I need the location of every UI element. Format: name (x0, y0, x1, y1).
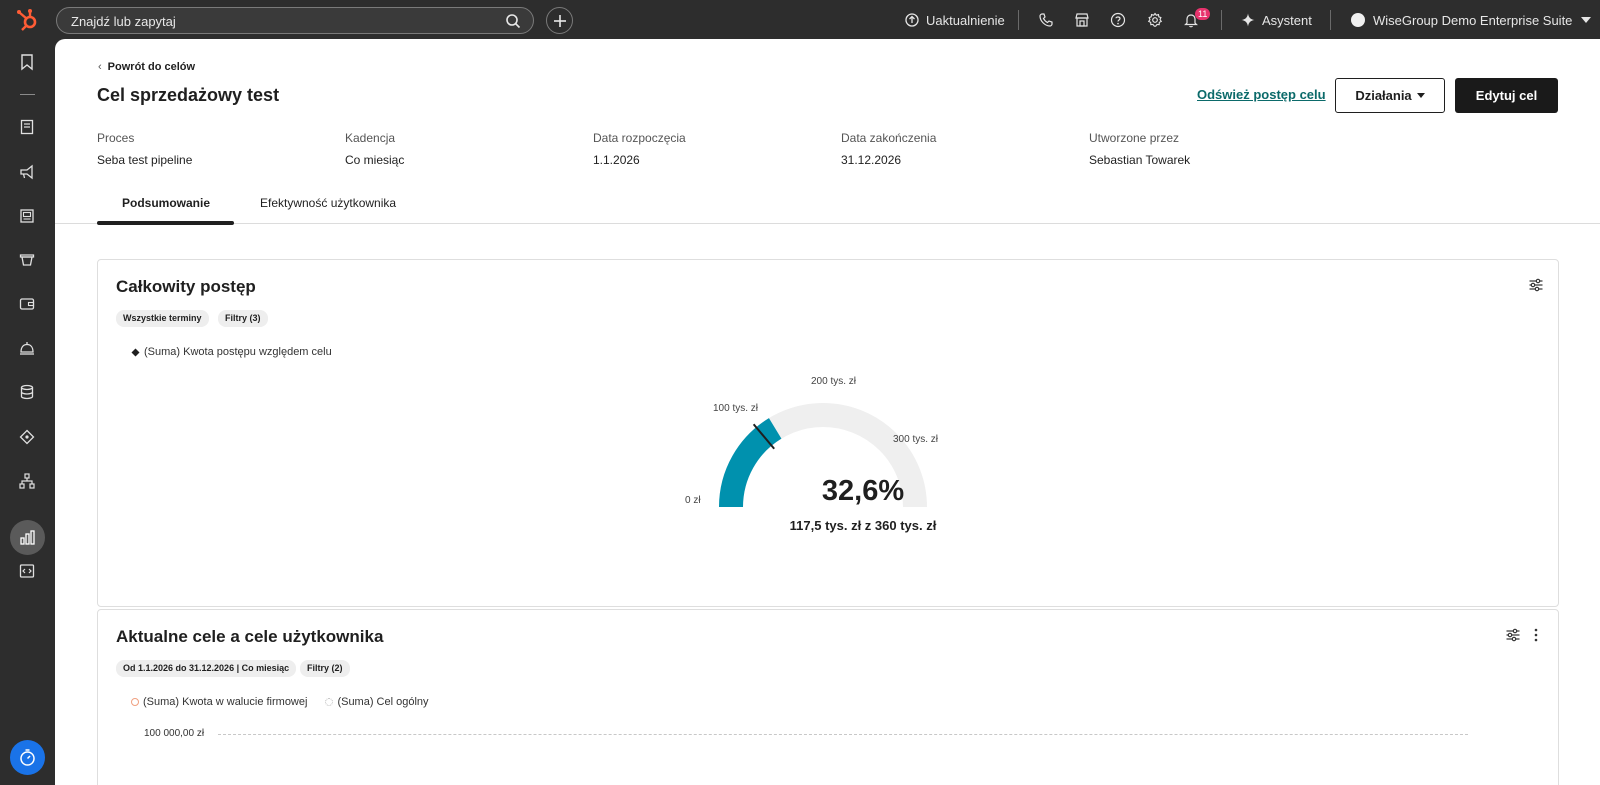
left-sidebar (0, 40, 55, 785)
sparkle-icon (1241, 13, 1255, 27)
phone-icon[interactable] (1038, 12, 1054, 28)
meta-value: 31.12.2026 (841, 153, 902, 167)
top-bar: Znajdź lub zapytaj Uaktualnienie 11 Asys… (0, 0, 1600, 40)
meta-value: Sebastian Towarek (1089, 153, 1191, 167)
marketing-megaphone-icon[interactable] (18, 163, 36, 181)
meta-label: Data rozpoczęcia (593, 131, 686, 145)
content-icon[interactable] (18, 207, 36, 225)
plus-icon (554, 15, 566, 27)
more-options-icon[interactable] (1528, 627, 1544, 643)
data-database-icon[interactable] (18, 383, 36, 401)
active-tab-indicator (97, 221, 234, 225)
gauge-tick-label: 100 tys. zł (713, 403, 759, 414)
chart-legend: (Suma) Kwota w walucie firmowej (Suma) C… (131, 696, 429, 708)
legend-marker-icon (325, 698, 334, 706)
actions-dropdown-button[interactable]: Działania (1335, 78, 1445, 113)
topbar-divider (1018, 10, 1019, 30)
stopwatch-icon (20, 749, 35, 766)
meta-value: Seba test pipeline (97, 153, 193, 167)
gauge-fill (719, 418, 782, 508)
refresh-goal-progress-link[interactable]: Odśwież postęp celu (1197, 87, 1326, 102)
chevron-left-icon: ‹ (98, 61, 102, 73)
gauge-tick-label: 0 zł (685, 495, 701, 506)
developer-code-icon[interactable] (18, 562, 36, 580)
filter-sliders-icon[interactable] (1528, 277, 1544, 293)
sidebar-item-reporting-active[interactable] (10, 520, 45, 555)
search-box[interactable]: Znajdź lub zapytaj (56, 7, 534, 34)
hubspot-logo-icon[interactable] (14, 7, 40, 33)
chart-legend: (Suma) Kwota postępu względem celu (131, 346, 332, 358)
commerce-wallet-icon[interactable] (18, 295, 36, 313)
automation-diamond-icon[interactable] (18, 428, 36, 446)
help-icon[interactable] (1110, 12, 1126, 28)
back-to-goals-link[interactable]: ‹ Powrót do celów (98, 61, 195, 73)
gauge-percent: 32,6% (821, 475, 905, 507)
marketplace-icon[interactable] (1074, 12, 1090, 28)
legend-label: (Suma) Kwota postępu względem celu (144, 346, 332, 358)
total-progress-card: Całkowity postęp Wszystkie terminy Filtr… (97, 259, 1559, 607)
settings-gear-icon[interactable] (1147, 12, 1163, 28)
main-content: ‹ Powrót do celów Cel sprzedażowy test Od… (55, 39, 1600, 785)
y-axis-label: 100 000,00 zł (144, 728, 205, 739)
meta-label: Kadencja (345, 131, 396, 145)
search-icon[interactable] (505, 13, 521, 29)
chevron-down-icon (1581, 17, 1592, 23)
upgrade-button[interactable]: Uaktualnienie (905, 0, 1005, 40)
search-input[interactable]: Znajdź lub zapytaj (71, 14, 176, 29)
contacts-book-icon[interactable] (18, 118, 36, 136)
bar-chart-icon (20, 530, 35, 545)
meta-start-date: Data rozpoczęcia 1.1.2026 (593, 131, 833, 167)
meta-label: Proces (97, 131, 135, 145)
card-title: Aktualne cele a cele użytkownika (116, 627, 384, 646)
legend-label: (Suma) Cel ogólny (337, 696, 429, 708)
tab-summary[interactable]: Podsumowanie (122, 196, 210, 210)
chart-gridline (218, 734, 1468, 735)
page-title: Cel sprzedażowy test (97, 85, 280, 105)
create-button[interactable] (546, 7, 573, 34)
upgrade-label: Uaktualnienie (926, 12, 1005, 28)
service-bell-icon[interactable] (18, 339, 36, 357)
upgrade-arrow-icon (905, 13, 919, 27)
gauge-summary: 117,5 tys. zł z 360 tys. zł (789, 518, 937, 533)
current-goals-card: Aktualne cele a cele użytkownika Od 1.1.… (97, 609, 1559, 785)
filters-chip[interactable]: Filtry (2) (300, 660, 350, 677)
date-range-chip[interactable]: Od 1.1.2026 do 31.12.2026 | Co miesiąc (116, 660, 297, 677)
tab-user-performance[interactable]: Efektywność użytkownika (260, 196, 396, 210)
assistant-label: Asystent (1262, 12, 1312, 28)
account-avatar[interactable] (1351, 13, 1365, 27)
account-name: WiseGroup Demo Enterprise Suite (1373, 12, 1573, 28)
bookmark-icon[interactable] (18, 53, 36, 71)
meta-end-date: Data zakończenia 31.12.2026 (841, 131, 1081, 167)
edit-goal-button[interactable]: Edytuj cel (1455, 78, 1558, 113)
tabs-divider (55, 223, 1600, 224)
gauge-tick-label: 300 tys. zł (893, 434, 939, 445)
legend-diamond-icon (131, 348, 140, 356)
meta-value: 1.1.2026 (593, 153, 640, 167)
topbar-divider (1221, 10, 1222, 30)
legend-marker-icon (131, 698, 139, 706)
productivity-timer-button[interactable] (10, 740, 45, 775)
meta-pipeline: Proces Seba test pipeline (97, 131, 337, 167)
sidebar-divider (20, 94, 35, 95)
card-title: Całkowity postęp (116, 277, 256, 296)
filters-chip[interactable]: Filtry (3) (218, 310, 268, 327)
notification-count-badge: 11 (1195, 8, 1211, 20)
gauge-tick-label: 200 tys. zł (811, 376, 857, 387)
date-range-chip[interactable]: Wszystkie terminy (116, 310, 209, 327)
hierarchy-icon[interactable] (18, 472, 36, 490)
actions-label: Działania (1355, 88, 1412, 103)
meta-created-by: Utworzone przez Sebastian Towarek (1089, 131, 1329, 167)
assistant-button[interactable]: Asystent (1241, 0, 1312, 40)
topbar-divider (1330, 10, 1331, 30)
meta-label: Data zakończenia (841, 131, 937, 145)
meta-value: Co miesiąc (345, 153, 405, 167)
legend-label: (Suma) Kwota w walucie firmowej (143, 696, 308, 708)
meta-cadence: Kadencja Co miesiąc (345, 131, 585, 167)
account-menu[interactable]: WiseGroup Demo Enterprise Suite (1373, 0, 1592, 40)
filter-sliders-icon[interactable] (1505, 627, 1521, 643)
sales-funnel-icon[interactable] (18, 251, 36, 269)
caret-down-icon (1416, 93, 1425, 98)
back-link-label: Powrót do celów (107, 61, 196, 73)
meta-label: Utworzone przez (1089, 131, 1180, 145)
